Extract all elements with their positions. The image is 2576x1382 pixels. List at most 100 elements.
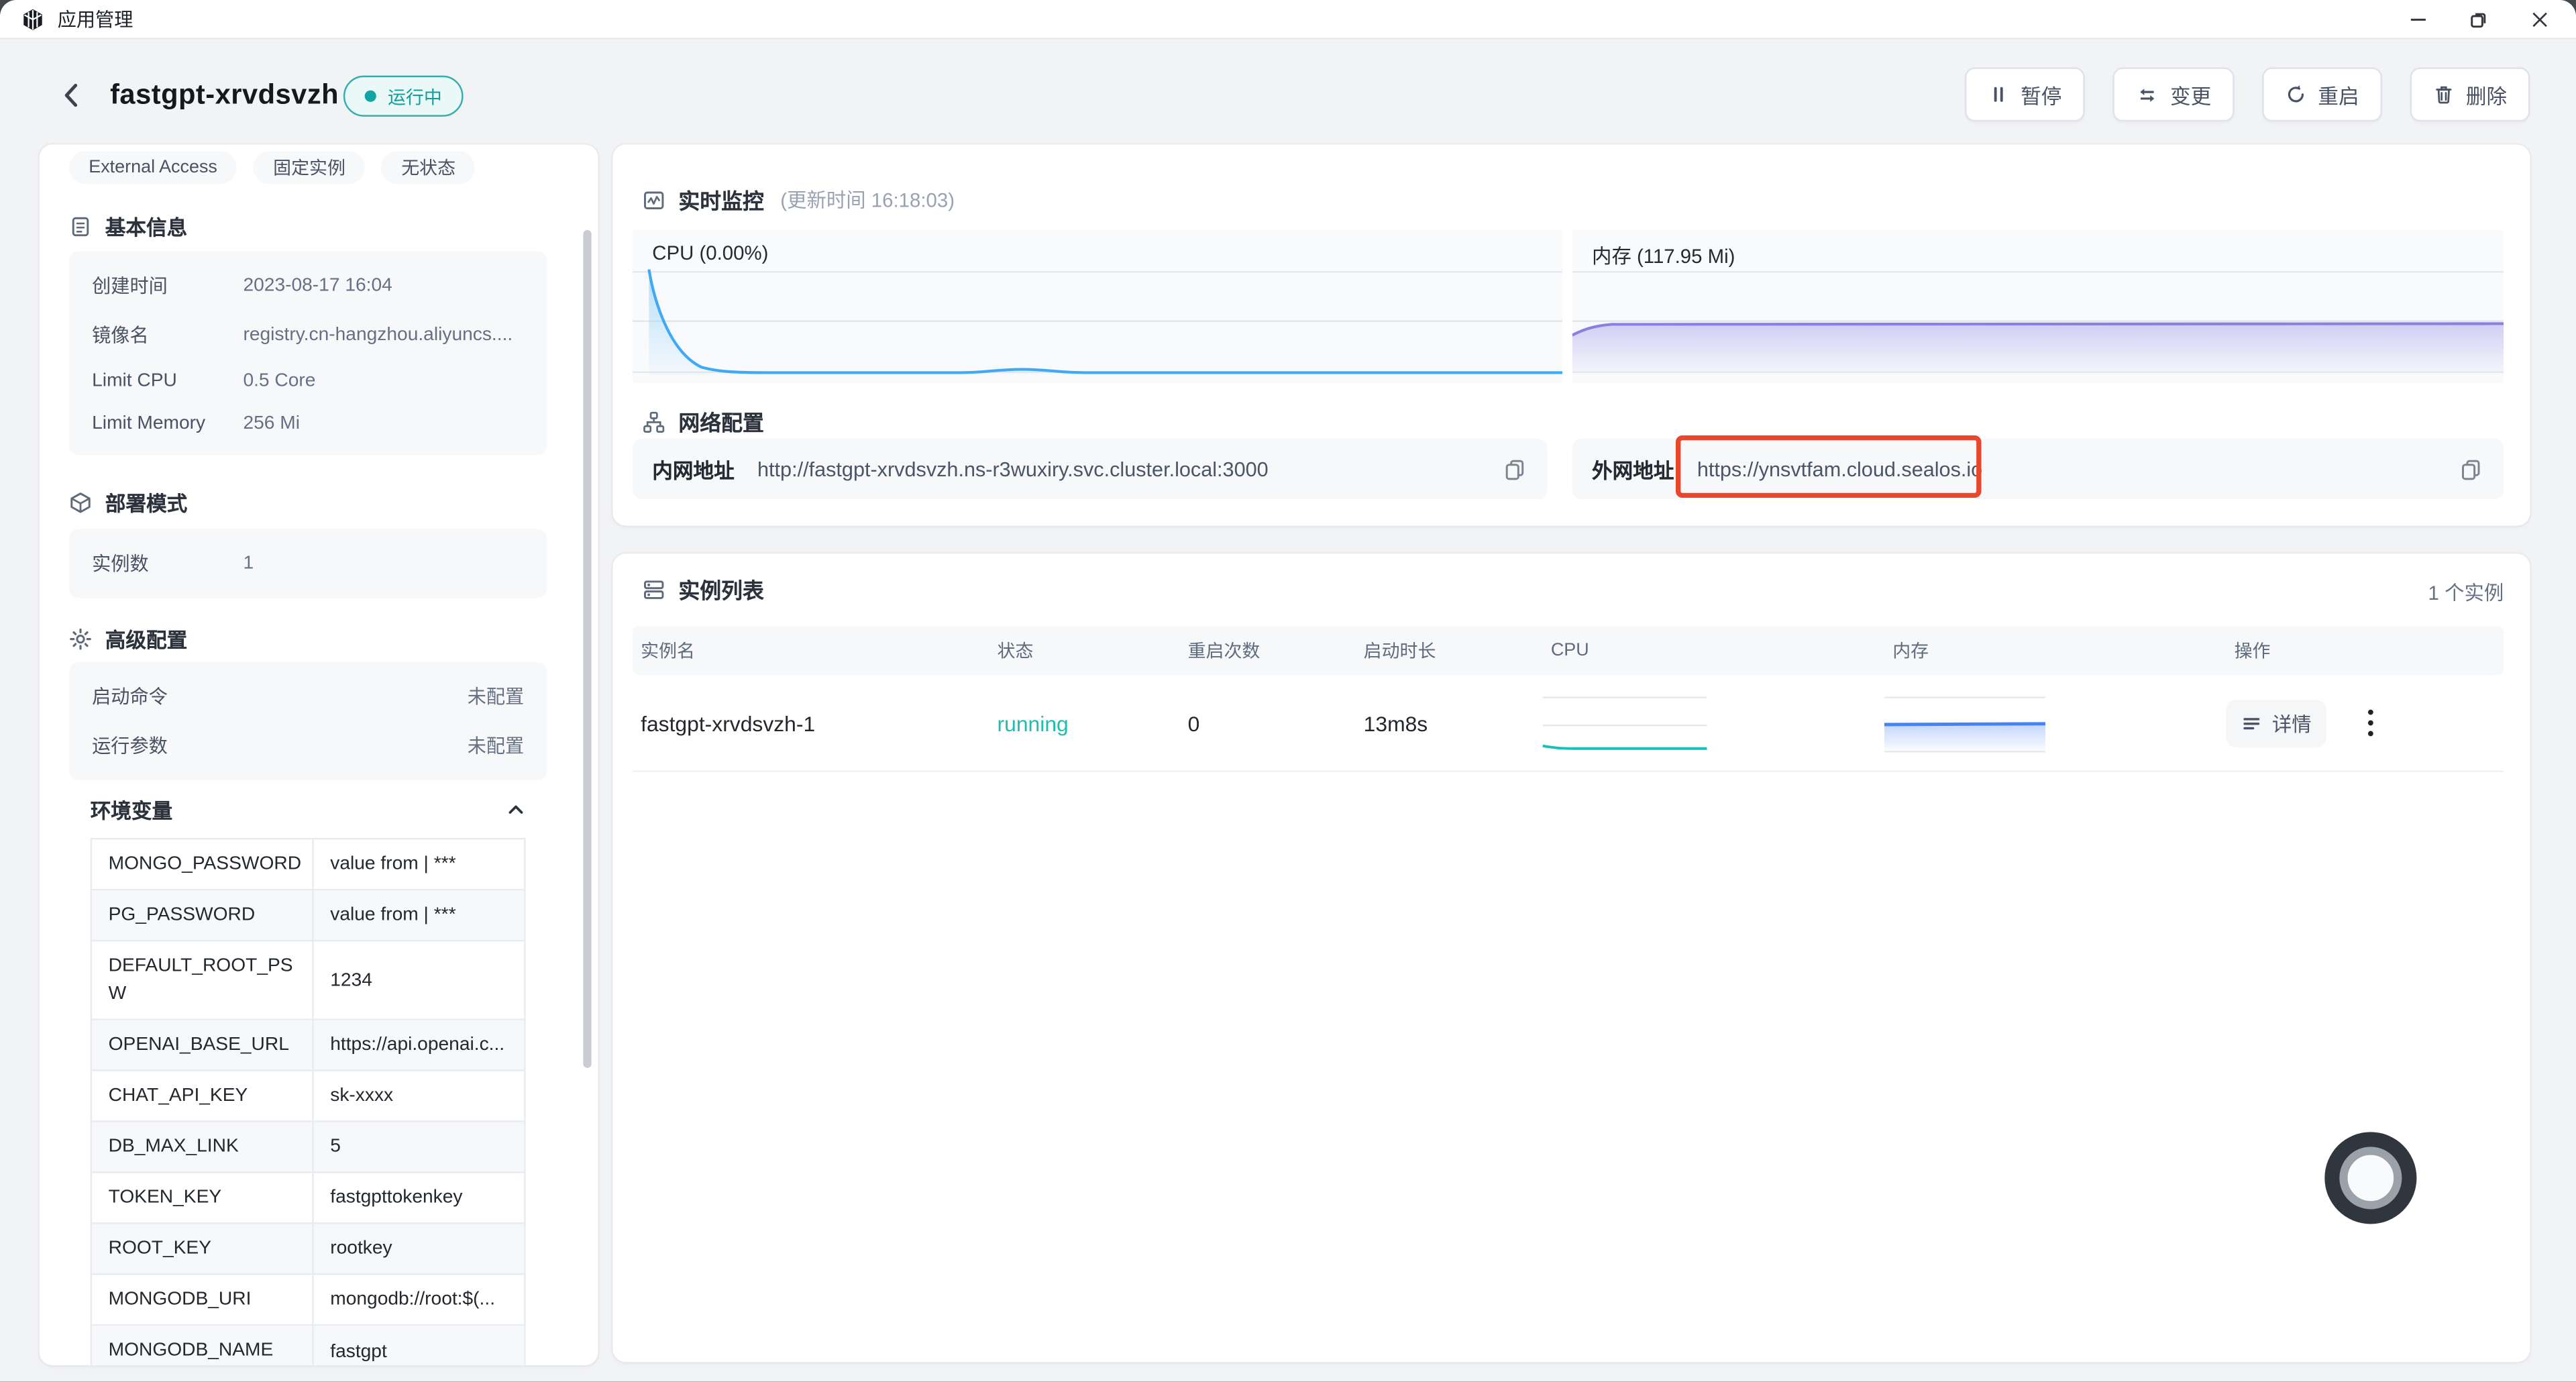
info-label: 镜像名 xyxy=(92,322,243,348)
collapse-env-button[interactable] xyxy=(506,799,525,818)
restore-icon xyxy=(2469,9,2489,28)
delete-button[interactable]: 删除 xyxy=(2410,67,2530,121)
internal-address-row: 内网地址 http://fastgpt-xrvdsvzh.ns-r3wuxiry… xyxy=(633,439,1548,500)
external-address-url[interactable]: https://ynsvtfam.cloud.sealos.io xyxy=(1697,458,1982,480)
copy-icon xyxy=(1501,456,1527,482)
deploy-mode-card: 实例数 1 xyxy=(69,529,547,598)
status-dot-icon xyxy=(365,91,376,102)
sealos-logo-icon xyxy=(21,7,44,30)
env-vars-table: MONGO_PASSWORD value from | *** PG_PASSW… xyxy=(91,838,526,1365)
env-row: MONGODB_URI mongodb://root:$(... xyxy=(92,1275,524,1326)
env-value: 5 xyxy=(314,1122,524,1171)
env-row: MONGO_PASSWORD value from | *** xyxy=(92,839,524,890)
env-row: DEFAULT_ROOT_PSW 1234 xyxy=(92,941,524,1020)
env-row: PG_PASSWORD value from | *** xyxy=(92,890,524,941)
info-value: 未配置 xyxy=(308,733,524,759)
swap-arrows-icon xyxy=(2136,83,2159,106)
server-list-icon xyxy=(643,578,665,600)
env-value: value from | *** xyxy=(314,890,524,939)
env-value: fastgpttokenkey xyxy=(314,1173,524,1222)
memory-monitor-panel: 内存 (117.95 Mi) xyxy=(1572,230,2504,383)
env-key: DB_MAX_LINK xyxy=(92,1122,314,1171)
env-value: rootkey xyxy=(314,1224,524,1273)
info-label: Limit CPU xyxy=(92,371,243,390)
cpu-usage-chart xyxy=(633,230,1562,383)
activity-monitor-icon xyxy=(643,188,665,211)
monitor-title: 实时监控 xyxy=(678,184,763,215)
chevron-left-icon xyxy=(56,79,89,112)
pause-icon xyxy=(1988,84,2009,105)
instance-count: 1 个实例 xyxy=(2428,578,2504,606)
env-value: fastgpt xyxy=(314,1326,524,1365)
info-value: 0.5 Core xyxy=(243,371,524,390)
kebab-menu-icon xyxy=(2367,708,2374,738)
info-row-image-name: 镜像名 registry.cn-hangzhou.aliyuncs.... xyxy=(69,311,547,360)
header-actions: 暂停 变更 重启 删除 xyxy=(1965,67,2530,121)
info-value: 1 xyxy=(243,553,524,573)
instance-more-menu-button[interactable] xyxy=(2357,706,2383,739)
env-row: DB_MAX_LINK 5 xyxy=(92,1122,524,1173)
change-button[interactable]: 变更 xyxy=(2112,67,2234,121)
maximize-button[interactable] xyxy=(2466,6,2492,32)
tag-fixed-instance: 固定实例 xyxy=(254,151,366,184)
restart-button[interactable]: 重启 xyxy=(2262,67,2382,121)
network-title: 网络配置 xyxy=(678,406,763,437)
info-value: registry.cn-hangzhou.aliyuncs.... xyxy=(243,325,524,345)
pause-button[interactable]: 暂停 xyxy=(1965,67,2085,121)
column-header-memory: 内存 xyxy=(1884,637,2226,663)
copy-external-address-button[interactable] xyxy=(2458,456,2484,482)
instance-status: running xyxy=(989,710,1179,735)
column-header-uptime: 启动时长 xyxy=(1355,637,1542,663)
close-icon xyxy=(2530,9,2549,28)
trash-icon xyxy=(2433,84,2455,105)
advanced-card: 启动命令 未配置 运行参数 未配置 xyxy=(69,662,547,780)
env-row: MONGODB_NAME fastgpt xyxy=(92,1326,524,1365)
monitor-section-header: 实时监控 (更新时间 16:18:03) xyxy=(643,184,955,215)
env-key: ROOT_KEY xyxy=(92,1224,314,1273)
deploy-mode-title: 部署模式 xyxy=(105,486,187,518)
restart-button-label: 重启 xyxy=(2318,79,2359,111)
env-key: OPENAI_BASE_URL xyxy=(92,1020,314,1069)
basic-info-card: 创建时间 2023-08-17 16:04 镜像名 registry.cn-ha… xyxy=(69,252,547,456)
monitor-update-time: (更新时间 16:18:03) xyxy=(780,186,955,214)
instances-section-header: 实例列表 xyxy=(643,574,764,605)
cube-icon xyxy=(69,490,92,513)
env-value: 1234 xyxy=(314,941,524,1018)
network-section-header: 网络配置 xyxy=(643,406,764,437)
close-button[interactable] xyxy=(2527,6,2553,32)
info-value: 2023-08-17 16:04 xyxy=(243,276,524,295)
column-header-name: 实例名 xyxy=(633,637,989,663)
instance-memory-cell xyxy=(1884,691,2226,755)
info-row-instance-count: 实例数 1 xyxy=(69,539,547,588)
internal-address-url: http://fastgpt-xrvdsvzh.ns-r3wuxiry.svc.… xyxy=(757,458,1269,480)
external-address-row: 外网地址 https://ynsvtfam.cloud.sealos.io xyxy=(1572,439,2504,500)
env-value: sk-xxxx xyxy=(314,1071,524,1120)
instance-detail-button[interactable]: 详情 xyxy=(2226,699,2326,747)
env-value: https://api.openai.c... xyxy=(314,1020,524,1069)
env-key: MONGO_PASSWORD xyxy=(92,839,314,888)
copy-internal-address-button[interactable] xyxy=(1501,456,1527,482)
cpu-chart-label: CPU (0.00%) xyxy=(652,242,768,264)
external-address-label: 外网地址 xyxy=(1592,454,1674,485)
gear-icon xyxy=(69,627,92,649)
info-label: 运行参数 xyxy=(92,733,308,759)
minimize-button[interactable] xyxy=(2405,6,2431,32)
env-row: CHAT_API_KEY sk-xxxx xyxy=(92,1071,524,1122)
env-key: PG_PASSWORD xyxy=(92,890,314,939)
back-button[interactable] xyxy=(56,79,89,112)
instances-card: 实例列表 1 个实例 实例名 状态 重启次数 启动时长 CPU 内存 操作 fa… xyxy=(612,553,2530,1362)
instance-cpu-sparkline xyxy=(1543,691,1707,755)
sidebar-scrollbar[interactable] xyxy=(583,230,591,1068)
info-row-start-command: 启动命令 未配置 xyxy=(69,672,547,721)
network-nodes-icon xyxy=(643,410,665,433)
instance-cpu-cell xyxy=(1543,691,1884,755)
status-badge-label: 运行中 xyxy=(388,83,442,109)
cpu-monitor-panel: CPU (0.00%) xyxy=(633,230,1562,383)
tag-stateless: 无状态 xyxy=(382,151,476,184)
env-value: mongodb://root:$(... xyxy=(314,1275,524,1324)
status-badge: 运行中 xyxy=(343,76,464,117)
basic-info-title: 基本信息 xyxy=(105,210,187,242)
app-tags: External Access 固定实例 无状态 xyxy=(69,151,476,184)
instance-memory-sparkline xyxy=(1884,691,2045,755)
info-row-limit-cpu: Limit CPU 0.5 Core xyxy=(69,360,547,403)
